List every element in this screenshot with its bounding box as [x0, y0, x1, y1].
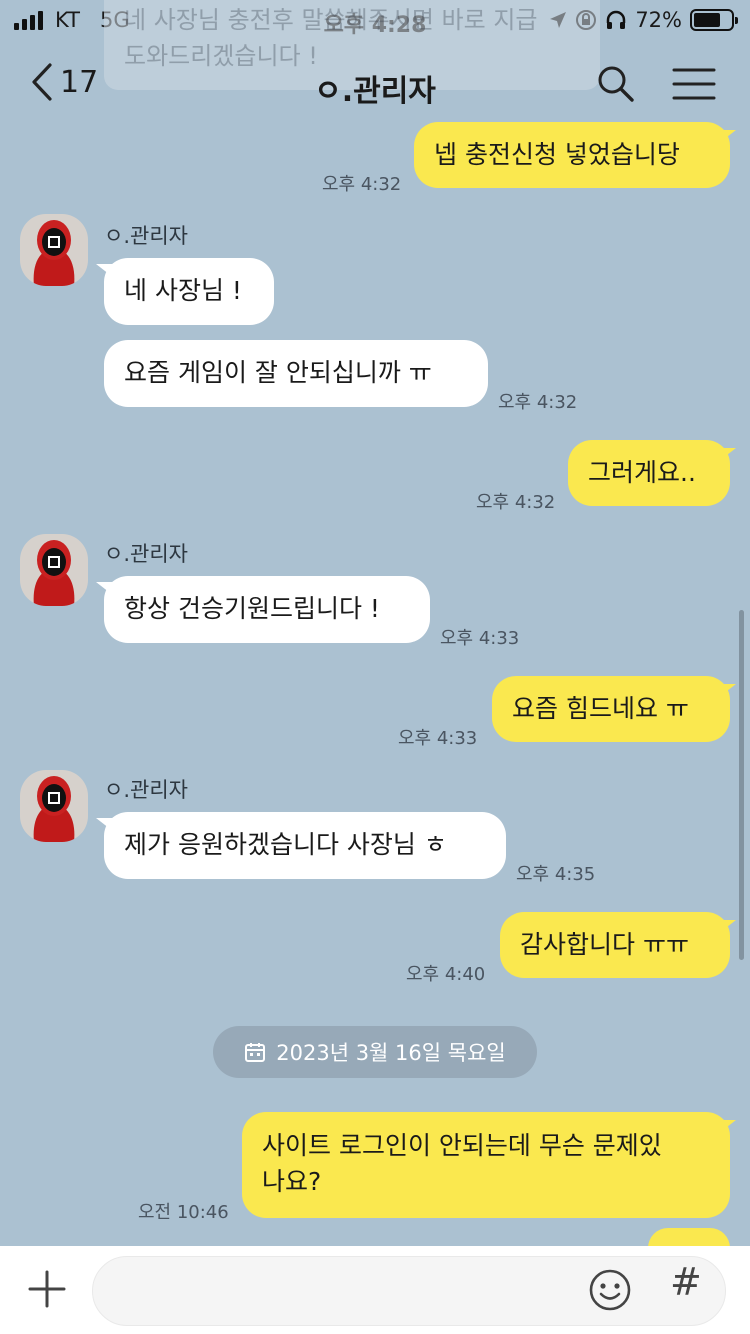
sender-name: ㅇ.관리자	[104, 542, 188, 566]
bubble-tail	[96, 818, 114, 832]
message-time: 오후 4:32	[498, 392, 578, 413]
menu-button[interactable]	[672, 64, 716, 108]
message-line-1: 사이트 로그인이 안되는데 무슨 문제있	[262, 1131, 662, 1160]
message-line-2: 나요?	[262, 1167, 322, 1196]
avatar[interactable]	[20, 534, 88, 606]
bubble-tail	[718, 448, 736, 462]
bubble-tail	[718, 684, 736, 698]
headphones-icon	[607, 10, 626, 29]
bubble-tail	[96, 264, 114, 278]
their-message-bubble[interactable]: 요즘 게임이 잘 안되십니까 ㅠ	[104, 340, 488, 407]
battery-percent: 72%	[635, 8, 682, 32]
date-divider: 2023년 3월 16일 목요일	[213, 1026, 537, 1078]
search-icon	[598, 66, 634, 102]
message-time: 오후 4:40	[406, 964, 486, 985]
message-time: 오후 4:35	[516, 864, 596, 885]
plus-icon	[28, 1270, 66, 1308]
their-message-bubble[interactable]: 제가 응원하겠습니다 사장님 ㅎ	[104, 812, 506, 879]
message-time: 오후 4:33	[398, 728, 478, 749]
sender-name: ㅇ.관리자	[104, 224, 188, 248]
chevron-left-icon	[32, 63, 52, 101]
masked-guard-avatar-icon	[33, 540, 75, 606]
their-message-bubble[interactable]: 네 사장님 !	[104, 258, 274, 325]
avatar[interactable]	[20, 214, 88, 286]
bubble-tail	[718, 1120, 736, 1134]
date-label: 2023년 3월 16일 목요일	[276, 1041, 506, 1065]
my-message-bubble[interactable]: 넵 충전신청 넣었습니당	[414, 122, 730, 188]
battery-icon	[690, 9, 738, 31]
message-time: 오후 4:32	[322, 174, 402, 195]
attach-button[interactable]	[26, 1268, 68, 1314]
my-message-bubble[interactable]: 요즘 힘드네요 ㅠ	[492, 676, 730, 742]
masked-guard-avatar-icon	[33, 776, 75, 842]
chat-title: ㅇ.관리자	[314, 74, 436, 109]
message-time: 오전 10:46	[138, 1202, 229, 1223]
their-message-bubble[interactable]: 항상 건승기원드립니다 !	[104, 576, 430, 643]
my-message-bubble[interactable]: 그러게요..	[568, 440, 730, 506]
hamburger-menu-icon	[672, 68, 716, 100]
my-message-bubble[interactable]: 사이트 로그인이 안되는데 무슨 문제있 나요?	[242, 1112, 730, 1218]
message-time: 오후 4:33	[440, 628, 520, 649]
bubble-tail	[718, 920, 736, 934]
notice-line-1: 네 사장님 충전후 말씀해주시면 바로 지급	[124, 6, 538, 34]
my-message-bubble[interactable]: 감사합니다 ㅠㅠ	[500, 912, 730, 978]
input-bar: #	[0, 1246, 750, 1334]
back-button[interactable]: 17	[30, 62, 98, 102]
calendar-icon	[245, 1043, 266, 1062]
search-button[interactable]	[596, 64, 636, 108]
sender-name: ㅇ.관리자	[104, 778, 188, 802]
smiley-icon	[589, 1269, 631, 1311]
message-time: 오후 4:32	[476, 492, 556, 513]
unread-count: 17	[60, 64, 99, 100]
emoji-button[interactable]	[588, 1268, 632, 1316]
chat-header: 17 ㅇ.관리자	[0, 50, 750, 120]
hashtag-button[interactable]: #	[670, 1260, 702, 1304]
bubble-tail	[96, 582, 114, 596]
avatar[interactable]	[20, 770, 88, 842]
bubble-tail	[718, 130, 736, 144]
masked-guard-avatar-icon	[33, 220, 75, 286]
scrollbar[interactable]	[739, 610, 744, 960]
